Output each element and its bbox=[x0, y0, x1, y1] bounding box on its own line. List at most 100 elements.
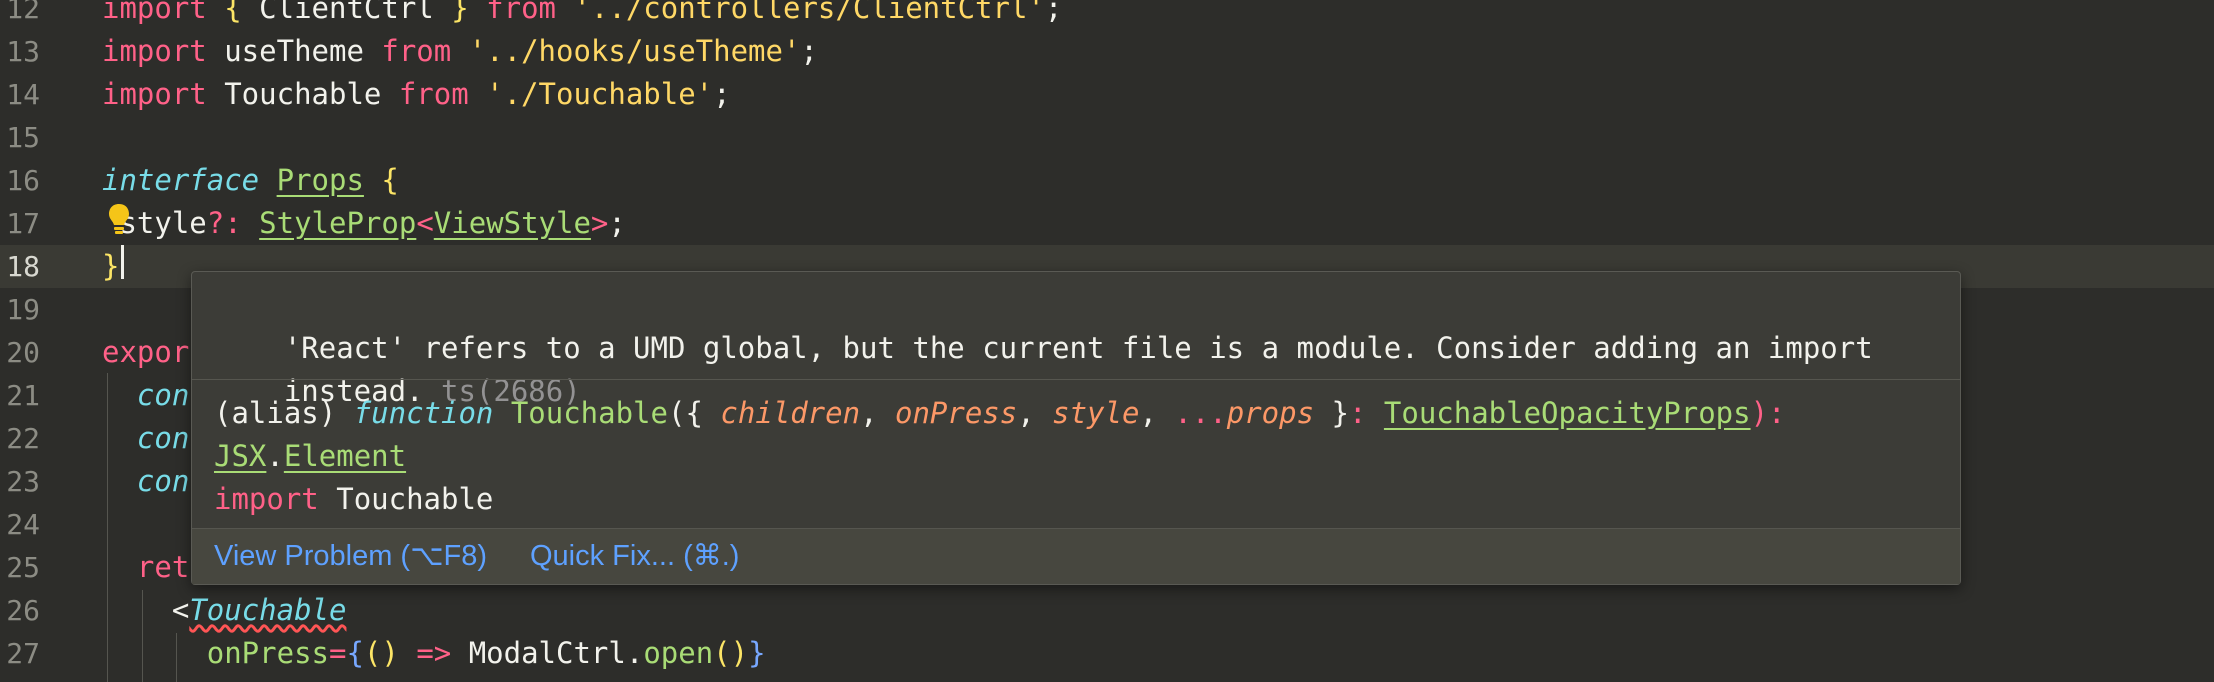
line-number: 16 bbox=[6, 164, 40, 197]
lightbulb-icon[interactable] bbox=[107, 202, 131, 236]
code-token: } bbox=[451, 0, 469, 25]
code-token: () bbox=[363, 636, 417, 670]
sig-param-style: style bbox=[1052, 396, 1140, 430]
sig-param-props: props bbox=[1226, 396, 1315, 430]
code-text: import useTheme from '../hooks/useTheme'… bbox=[102, 30, 818, 73]
code-token: { bbox=[224, 0, 242, 25]
sig-spread: ... bbox=[1174, 396, 1227, 430]
code-token: Touchable bbox=[206, 77, 399, 111]
code-token: ClientCtrl bbox=[241, 0, 452, 25]
code-text: expor bbox=[102, 331, 189, 374]
code-line[interactable]: 17 style?: StyleProp<ViewStyle>; bbox=[0, 202, 2214, 245]
indent-guide bbox=[176, 633, 177, 682]
return-type-link[interactable]: Element bbox=[284, 439, 406, 473]
line-number: 12 bbox=[6, 0, 40, 25]
code-token: './Touchable' bbox=[486, 77, 714, 111]
code-token: Props bbox=[276, 163, 364, 197]
code-text: <Touchable bbox=[102, 589, 347, 632]
code-token: interface bbox=[102, 163, 260, 197]
sig-function-kw: function bbox=[353, 396, 494, 430]
code-token: ret bbox=[136, 550, 190, 584]
hover-actions-bar: View Problem (⌥F8) Quick Fix... (⌘.) bbox=[192, 528, 1960, 584]
line-number: 13 bbox=[6, 35, 40, 68]
hover-popup: 'React' refers to a UMD global, but the … bbox=[191, 271, 1961, 585]
code-line[interactable]: 16 interface Props { bbox=[0, 159, 2214, 202]
code-token: con bbox=[136, 378, 190, 412]
code-line[interactable]: 14 import Touchable from './Touchable'; bbox=[0, 73, 2214, 116]
problem-message: 'React' refers to a UMD global, but the … bbox=[214, 284, 1873, 365]
sig-paren-close: ): bbox=[1750, 396, 1786, 430]
code-line[interactable]: 12 import { ClientCtrl } from '../control… bbox=[0, 0, 2214, 30]
sig-name: Touchable bbox=[510, 396, 668, 430]
line-number: 15 bbox=[6, 121, 40, 154]
quick-fix-link[interactable]: Quick Fix... (⌘.) bbox=[530, 529, 739, 583]
code-token: open bbox=[643, 636, 714, 670]
code-token: ?: bbox=[206, 206, 242, 240]
code-token: { bbox=[381, 163, 399, 197]
line-number: 23 bbox=[6, 465, 40, 498]
sig-open: ({ bbox=[667, 396, 721, 430]
code-token: Touchable bbox=[189, 593, 347, 627]
code-token: } bbox=[748, 636, 766, 670]
code-token: con bbox=[136, 464, 190, 498]
text-cursor bbox=[121, 245, 124, 279]
line-number: 17 bbox=[6, 207, 40, 240]
sig-param-children: children bbox=[720, 396, 861, 430]
code-line[interactable]: 13 import useTheme from '../hooks/useThem… bbox=[0, 30, 2214, 73]
code-token: ; bbox=[608, 206, 626, 240]
line-number: 14 bbox=[6, 78, 40, 111]
code-token: '../hooks/useTheme' bbox=[468, 34, 801, 68]
line-number: 26 bbox=[6, 594, 40, 627]
code-line[interactable]: 26 <Touchable bbox=[0, 589, 2214, 632]
code-token: = bbox=[328, 636, 347, 670]
view-problem-link[interactable]: View Problem (⌥F8) bbox=[214, 529, 487, 583]
code-token: from bbox=[398, 77, 469, 111]
code-token: con bbox=[136, 421, 190, 455]
divider bbox=[192, 379, 1960, 380]
code-token: import bbox=[102, 34, 207, 68]
sig-param-onpress: onPress bbox=[894, 396, 1018, 430]
code-line[interactable]: 27 onPress={() => ModalCtrl.open()} bbox=[0, 632, 2214, 675]
line-number: 21 bbox=[6, 379, 40, 412]
return-namespace-link[interactable]: JSX bbox=[214, 439, 266, 473]
code-text: import Touchable from './Touchable'; bbox=[102, 73, 731, 116]
problem-message-cont: instead. ts(2686) bbox=[214, 327, 581, 408]
code-text: con bbox=[102, 460, 189, 503]
code-token: < bbox=[416, 206, 434, 240]
indent-guide bbox=[142, 590, 143, 682]
code-token: > bbox=[590, 206, 609, 240]
code-token: ViewStyle bbox=[433, 206, 591, 240]
import-keyword: import bbox=[214, 482, 319, 516]
code-token: { bbox=[346, 636, 364, 670]
signature-line: (alias) function Touchable({ children, o… bbox=[214, 396, 1786, 430]
line-number: 27 bbox=[6, 637, 40, 670]
line-number: 18 bbox=[6, 250, 40, 283]
code-text: con bbox=[102, 374, 189, 417]
code-token: ; bbox=[800, 34, 818, 68]
code-token: => bbox=[416, 636, 452, 670]
sig-type-link[interactable]: TouchableOpacityProps bbox=[1384, 396, 1751, 430]
code-token: from bbox=[381, 34, 452, 68]
code-token: import bbox=[102, 0, 207, 25]
sig-colon: : bbox=[1348, 396, 1367, 430]
code-token: ModalCtrl bbox=[451, 636, 626, 670]
code-text: con bbox=[102, 417, 189, 460]
code-token: '../controllers/ClientCtrl' bbox=[573, 0, 1045, 25]
code-line[interactable]: 15 bbox=[0, 116, 2214, 159]
code-token: ; bbox=[1044, 0, 1063, 25]
code-token: StyleProp bbox=[259, 206, 417, 240]
signature-return: JSX.Element bbox=[214, 435, 406, 478]
line-number: 20 bbox=[6, 336, 40, 369]
code-text: interface Props { bbox=[102, 159, 399, 202]
code-token: . bbox=[625, 636, 644, 670]
code-token: < bbox=[171, 593, 190, 627]
